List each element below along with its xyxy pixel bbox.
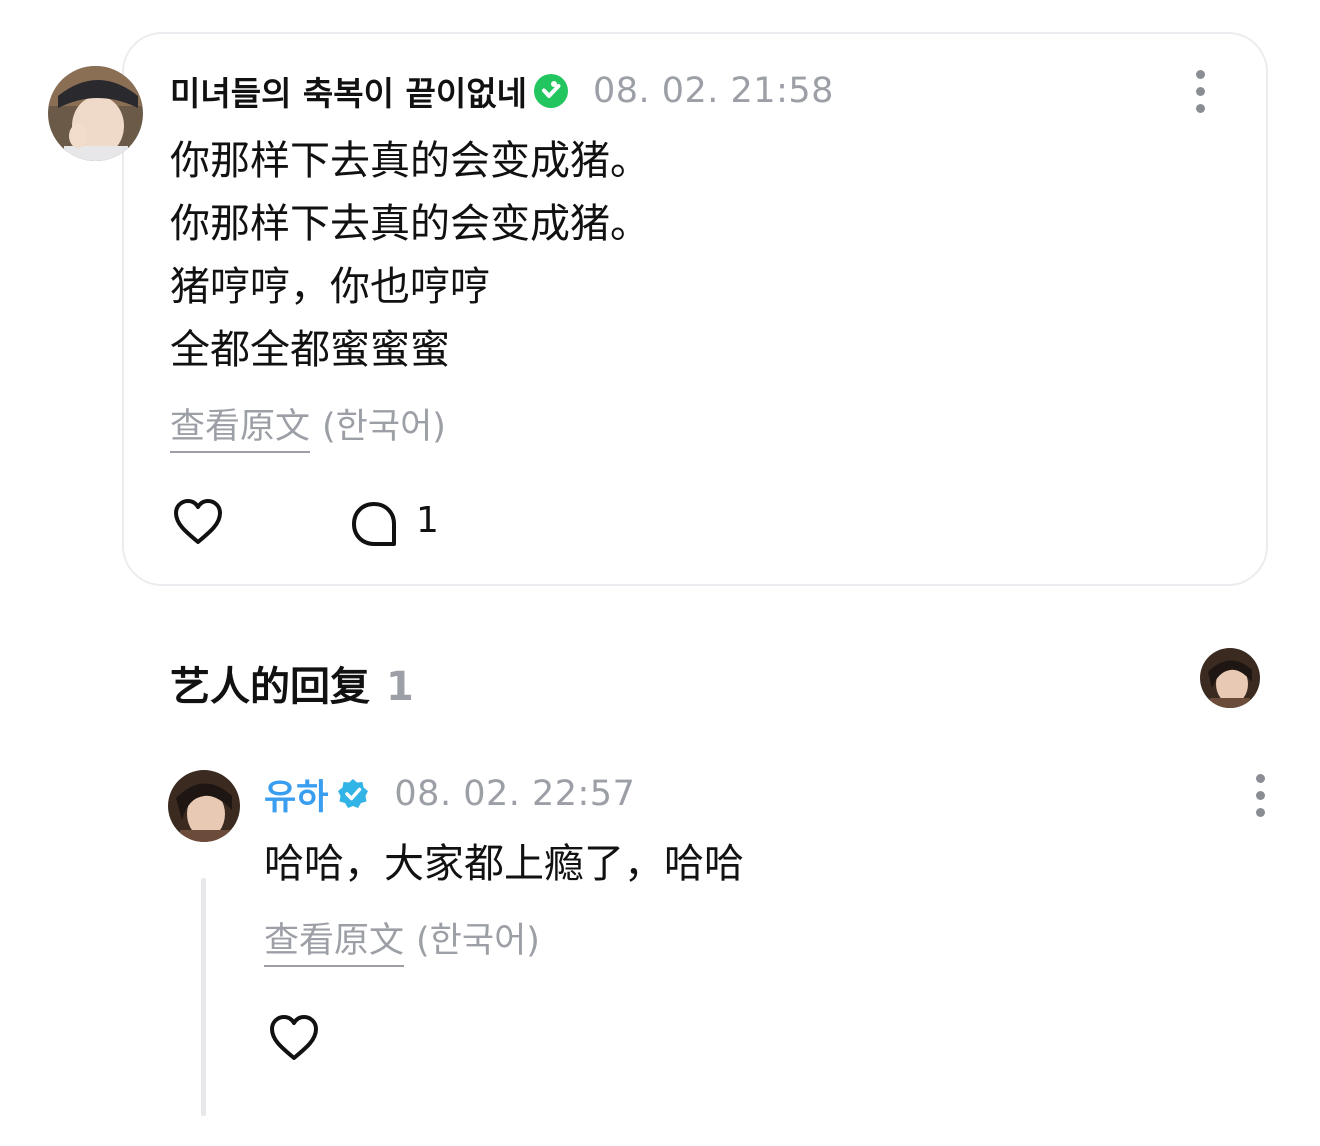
view-original-link[interactable]: 查看原文 [264, 912, 405, 967]
verified-badge-icon [533, 74, 568, 108]
heart-outline-icon[interactable] [172, 498, 224, 546]
post-timestamp: 08. 02. 21:58 [592, 71, 834, 111]
comment-bubble-icon[interactable] [350, 500, 400, 548]
post-text-line: 猪哼哼，你也哼哼 [170, 264, 490, 310]
more-vertical-icon[interactable] [1193, 70, 1207, 114]
reply-author-name[interactable]: 유하 [264, 769, 328, 820]
artist-replies-count: 1 [386, 664, 414, 710]
reply-author-avatar[interactable] [168, 770, 240, 842]
post-author-avatar[interactable] [48, 66, 143, 161]
artist-avatar[interactable] [1200, 648, 1260, 708]
artist-replies-title: 艺人的回复 [170, 664, 370, 710]
thread-line [201, 878, 206, 1116]
fan-post-page: 미녀들의 축복이 끝이없네 08. 02. 21:58 你那样下去真的会变成猪。… [0, 0, 1320, 1146]
heart-outline-icon[interactable] [268, 1014, 320, 1062]
reply-view-original: 查看原文 (한국어) [264, 912, 540, 967]
post-body: 你那样下去真的会变成猪。 你那样下去真的会变成猪。 猪哼哼，你也哼哼 全都全都蜜… [170, 130, 1170, 382]
view-original-link[interactable]: 查看原文 [170, 398, 311, 453]
post-author-name[interactable]: 미녀들의 축복이 끝이없네 [170, 67, 527, 115]
reply-timestamp: 08. 02. 22:57 [394, 774, 636, 814]
artist-replies-heading: 艺人的回复 1 [170, 654, 414, 712]
reply-header: 유하 08. 02. 22:57 [264, 770, 635, 818]
post-text-line: 全都全都蜜蜜蜜 [170, 327, 450, 373]
post-view-original: 查看原文 (한국어) [170, 398, 446, 453]
comment-count: 1 [416, 500, 439, 541]
post-text-line: 你那样下去真的会变成猪。 [170, 138, 650, 184]
verified-badge-icon [338, 779, 369, 808]
post-header: 미녀들의 축복이 끝이없네 08. 02. 21:58 [170, 66, 834, 116]
reply-text: 哈哈，大家都上瘾了，哈哈 [264, 841, 744, 887]
original-language-label: (한국어) [322, 407, 446, 447]
more-vertical-icon[interactable] [1253, 774, 1267, 818]
post-text-line: 你那样下去真的会变成猪。 [170, 201, 650, 247]
original-language-label: (한국어) [416, 921, 540, 961]
